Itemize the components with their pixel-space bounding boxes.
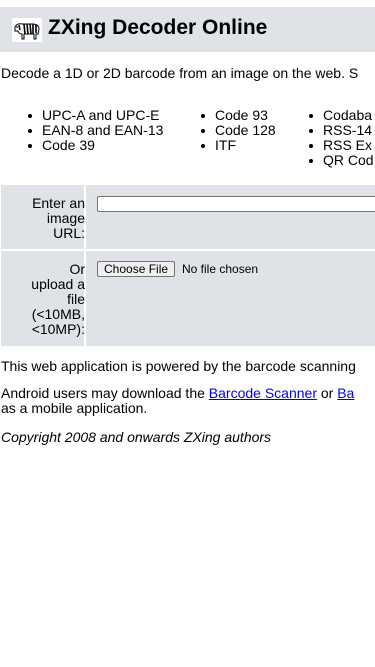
form-row-divider <box>1 249 375 251</box>
format-item: UPC-A and UPC-E <box>28 108 163 123</box>
powered-by-text: This web application is powered by the b… <box>1 358 356 374</box>
zebra-logo-icon <box>12 18 42 42</box>
image-url-input[interactable] <box>97 196 375 212</box>
url-label: Enter an image URL: <box>32 195 85 241</box>
format-item: Codaba <box>309 108 374 123</box>
upload-label: Or upload a file (<10MB, <10MP): <box>31 261 85 337</box>
format-item: RSS-14 <box>309 123 374 138</box>
format-list-col3: Codaba RSS-14 RSS Ex QR Cod <box>309 108 374 168</box>
intro-text: Decode a 1D or 2D barcode from an image … <box>1 65 359 81</box>
android-paragraph: Android users may download the Barcode S… <box>1 385 355 416</box>
format-item: QR Cod <box>309 153 374 168</box>
file-status-text: No file chosen <box>182 262 259 276</box>
page-title: ZXing Decoder Online <box>48 16 268 39</box>
second-app-link[interactable]: Ba <box>337 385 354 401</box>
format-item: Code 93 <box>201 108 276 123</box>
format-list-col2: Code 93 Code 128 ITF <box>201 108 276 153</box>
format-item: ITF <box>201 138 276 153</box>
format-item: RSS Ex <box>309 138 374 153</box>
format-item: Code 128 <box>201 123 276 138</box>
choose-file-button[interactable]: Choose File <box>97 261 176 277</box>
format-item: Code 39 <box>28 138 163 153</box>
decode-form: Enter an image URL: Or upload a file (<1… <box>1 185 375 346</box>
page-header: ZXing Decoder Online <box>0 7 375 52</box>
barcode-scanner-link[interactable]: Barcode Scanner <box>209 385 317 401</box>
format-list-col1: UPC-A and UPC-E EAN-8 and EAN-13 Code 39 <box>28 108 163 153</box>
format-item: EAN-8 and EAN-13 <box>28 123 163 138</box>
copyright-text: Copyright 2008 and onwards ZXing authors <box>1 429 272 445</box>
